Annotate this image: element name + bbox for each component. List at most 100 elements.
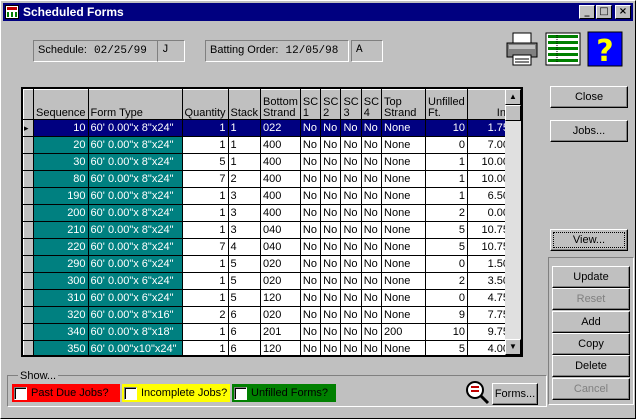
maximize-button[interactable]: □ xyxy=(596,5,612,19)
cell-stack[interactable]: 3 xyxy=(227,204,262,222)
cell-form-type[interactable]: 60' 0.00"x 8"x24" xyxy=(87,170,183,188)
cell-quantity[interactable]: 1 xyxy=(181,136,229,154)
cell-sc1[interactable]: No xyxy=(299,323,322,341)
search-forms-icon[interactable] xyxy=(464,379,490,405)
cell-sequence[interactable]: 310 xyxy=(33,289,89,307)
cell-top-strand[interactable]: None xyxy=(381,306,427,324)
cell-quantity[interactable]: 7 xyxy=(181,170,229,188)
row-selector[interactable] xyxy=(23,272,34,290)
cell-sc3[interactable]: No xyxy=(340,238,362,256)
col-form-type[interactable]: Form Type xyxy=(87,89,183,120)
cell-unfilled-ft[interactable]: 1 xyxy=(425,153,469,171)
reset-button[interactable]: Reset xyxy=(552,288,630,310)
cell-sequence[interactable]: 220 xyxy=(33,238,89,256)
past-due-checkbox-box[interactable] xyxy=(14,386,27,400)
cell-quantity[interactable]: 2 xyxy=(181,306,229,324)
cell-unfilled-ft[interactable]: 0 xyxy=(425,289,469,307)
cell-sc2[interactable]: No xyxy=(320,204,342,222)
table-row[interactable]: 290 60' 0.00"x 6"x24" 1 5 020 No No No No None 0 1.… xyxy=(23,255,513,273)
cell-sc2[interactable]: No xyxy=(320,289,342,307)
cell-quantity[interactable]: 7 xyxy=(181,238,229,256)
delete-button[interactable]: Delete xyxy=(552,355,630,377)
cell-sc2[interactable]: No xyxy=(320,238,342,256)
table-row[interactable]: 210 60' 0.00"x 8"x24" 1 3 040 No No No No None 5 10… xyxy=(23,221,513,239)
cell-top-strand[interactable]: None xyxy=(381,153,427,171)
help-icon[interactable]: ? xyxy=(587,31,623,69)
cell-top-strand[interactable]: None xyxy=(381,221,427,239)
cell-bottom-strand[interactable]: 120 xyxy=(260,340,301,355)
cell-quantity[interactable]: 1 xyxy=(181,221,229,239)
cell-form-type[interactable]: 60' 0.00"x 8"x16" xyxy=(87,306,183,324)
cell-bottom-strand[interactable]: 022 xyxy=(260,119,301,137)
past-due-checkbox[interactable]: Past Due Jobs? xyxy=(12,384,120,402)
table-row[interactable]: 200 60' 0.00"x 8"x24" 1 3 400 No No No No None 2 0.… xyxy=(23,204,513,222)
cell-form-type[interactable]: 60' 0.00"x 8"x18" xyxy=(87,323,183,341)
cell-bottom-strand[interactable]: 020 xyxy=(260,255,301,273)
cell-unfilled-ft[interactable]: 1 xyxy=(425,187,469,205)
row-selector[interactable] xyxy=(23,289,34,307)
cell-sc1[interactable]: No xyxy=(299,340,322,355)
table-row[interactable]: 350 60' 0.00"x10"x24" 1 6 120 No No No No None 5 4.… xyxy=(23,340,513,355)
cell-sc2[interactable]: No xyxy=(320,323,342,341)
cell-unfilled-ft[interactable]: 2 xyxy=(425,272,469,290)
col-sc4[interactable]: SC 4 xyxy=(360,89,383,120)
cell-sc3[interactable]: No xyxy=(340,170,362,188)
cell-quantity[interactable]: 1 xyxy=(181,340,229,355)
cell-sc3[interactable]: No xyxy=(340,289,362,307)
table-row[interactable]: 310 60' 0.00"x 6"x24" 1 5 120 No No No No None 0 4.… xyxy=(23,289,513,307)
cell-form-type[interactable]: 60' 0.00"x 8"x24" xyxy=(87,153,183,171)
table-row[interactable]: 220 60' 0.00"x 8"x24" 7 4 040 No No No No None 5 10… xyxy=(23,238,513,256)
cell-sc1[interactable]: No xyxy=(299,272,322,290)
cell-sc1[interactable]: No xyxy=(299,289,322,307)
row-selector[interactable] xyxy=(23,221,34,239)
cell-sc3[interactable]: No xyxy=(340,323,362,341)
row-selector[interactable] xyxy=(23,153,34,171)
row-selector[interactable] xyxy=(23,340,34,355)
cell-sc3[interactable]: No xyxy=(340,204,362,222)
table-row[interactable]: 340 60' 0.00"x 8"x18" 1 6 201 No No No No 200 10 9.… xyxy=(23,323,513,341)
cell-sc4[interactable]: No xyxy=(360,119,383,137)
cell-sc4[interactable]: No xyxy=(360,221,383,239)
scroll-thumb[interactable] xyxy=(505,105,521,121)
cell-bottom-strand[interactable]: 400 xyxy=(260,170,301,188)
cell-stack[interactable]: 6 xyxy=(227,323,262,341)
cell-unfilled-ft[interactable]: 10 xyxy=(425,323,469,341)
cell-sc1[interactable]: No xyxy=(299,136,322,154)
forms-grid[interactable]: Sequence Form Type Quantity Stack Bottom… xyxy=(21,87,523,357)
cell-unfilled-ft[interactable]: 0 xyxy=(425,136,469,154)
col-sc2[interactable]: SC 2 xyxy=(320,89,342,120)
cell-form-type[interactable]: 60' 0.00"x 8"x24" xyxy=(87,221,183,239)
cell-stack[interactable]: 5 xyxy=(227,289,262,307)
cell-sequence[interactable]: 290 xyxy=(33,255,89,273)
cell-sc4[interactable]: No xyxy=(360,204,383,222)
cell-sc4[interactable]: No xyxy=(360,153,383,171)
cell-form-type[interactable]: 60' 0.00"x 8"x24" xyxy=(87,119,183,137)
table-row[interactable]: 320 60' 0.00"x 8"x16" 2 6 020 No No No No None 9 7.… xyxy=(23,306,513,324)
cell-sc2[interactable]: No xyxy=(320,306,342,324)
cell-top-strand[interactable]: None xyxy=(381,119,427,137)
col-stack[interactable]: Stack xyxy=(227,89,262,120)
col-unfilled-ft[interactable]: Unfilled Ft. xyxy=(425,89,469,120)
report-icon[interactable] xyxy=(545,31,581,67)
cell-form-type[interactable]: 60' 0.00"x 8"x24" xyxy=(87,136,183,154)
close-button[interactable]: Close xyxy=(550,86,628,108)
cell-sc4[interactable]: No xyxy=(360,272,383,290)
cancel-button[interactable]: Cancel xyxy=(552,378,630,400)
cell-sc2[interactable]: No xyxy=(320,221,342,239)
cell-sc3[interactable]: No xyxy=(340,221,362,239)
cell-sc3[interactable]: No xyxy=(340,119,362,137)
cell-quantity[interactable]: 5 xyxy=(181,153,229,171)
col-sc1[interactable]: SC 1 xyxy=(299,89,322,120)
col-quantity[interactable]: Quantity xyxy=(181,89,229,120)
cell-sc4[interactable]: No xyxy=(360,289,383,307)
cell-form-type[interactable]: 60' 0.00"x 8"x24" xyxy=(87,238,183,256)
cell-sc1[interactable]: No xyxy=(299,221,322,239)
cell-sequence[interactable]: 210 xyxy=(33,221,89,239)
cell-stack[interactable]: 5 xyxy=(227,272,262,290)
cell-sc4[interactable]: No xyxy=(360,306,383,324)
cell-top-strand[interactable]: None xyxy=(381,238,427,256)
cell-quantity[interactable]: 1 xyxy=(181,272,229,290)
cell-sc4[interactable]: No xyxy=(360,340,383,355)
unfilled-checkbox-box[interactable] xyxy=(234,386,247,400)
unfilled-checkbox[interactable]: Unfilled Forms? xyxy=(232,384,336,402)
